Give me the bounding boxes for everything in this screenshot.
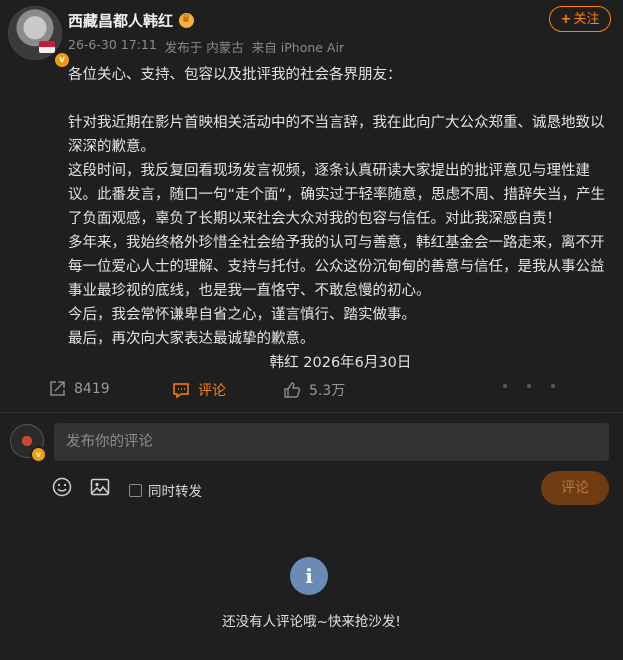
post-location: 发布于 内蒙古	[164, 40, 244, 55]
post-paragraph: 最后，再次向大家表达最诚挚的歉意。	[68, 331, 315, 347]
post-paragraph: 多年来，我始终格外珍惜全社会给予我的认可与善意，韩红基金会一路走来，离不开每一位…	[68, 235, 605, 299]
repost-checkbox[interactable]: 同时转发	[129, 480, 202, 500]
comment-icon	[172, 381, 190, 399]
verified-badge-icon: v	[30, 446, 47, 463]
empty-state-text: 还没有人评论哦~快来抢沙发!	[222, 614, 401, 630]
share-icon	[48, 380, 66, 398]
like-button[interactable]: 5.3万	[283, 380, 345, 400]
comment-label: 评论	[198, 383, 226, 399]
follow-label: 关注	[573, 12, 600, 27]
info-icon: i	[290, 557, 328, 595]
like-count: 5.3万	[309, 383, 346, 399]
flag-icon	[39, 41, 55, 53]
thumbs-up-icon	[283, 381, 301, 399]
comment-button[interactable]: 评论	[172, 380, 226, 400]
repost-count: 8419	[74, 381, 110, 397]
author-avatar[interactable]: v	[8, 6, 71, 69]
checkbox[interactable]	[129, 483, 142, 497]
post-signature: 韩红 2026年6月30日	[269, 355, 412, 371]
repost-checkbox-label: 同时转发	[148, 484, 202, 500]
image-icon[interactable]	[90, 477, 110, 501]
author-name[interactable]: 西藏昌都人韩红	[68, 10, 173, 31]
post-device: 来自 iPhone Air	[251, 40, 345, 55]
post-greeting: 各位关心、支持、包容以及批评我的社会各界朋友：	[68, 67, 402, 83]
post-meta: 26-6-30 17:11 发布于 内蒙古 来自 iPhone Air	[68, 37, 344, 56]
post-paragraph: 今后，我会常怀谦卑自省之心，谨言慎行、踏实做事。	[68, 307, 416, 323]
crown-icon	[179, 12, 195, 28]
submit-comment-button[interactable]: 评论	[541, 471, 609, 505]
repost-button[interactable]: 8419	[48, 380, 110, 398]
emoji-icon[interactable]	[52, 477, 72, 501]
post-paragraph: 这段时间，我反复回看现场发言视频，逐条认真研读大家提出的批评意见与理性建议。此番…	[68, 163, 606, 227]
plus-icon: +	[560, 12, 572, 27]
action-bar: 8419 评论 5.3万	[0, 380, 623, 404]
comment-input[interactable]	[54, 423, 609, 461]
author-name-row: 西藏昌都人韩红	[68, 10, 195, 31]
more-icon[interactable]	[503, 384, 555, 388]
post-paragraph: 针对我近期在影片首映相关活动中的不当言辞，我在此向广大公众郑重、诚恳地致以深深的…	[68, 115, 605, 155]
post-content: 各位关心、支持、包容以及批评我的社会各界朋友： 针对我近期在影片首映相关活动中的…	[68, 63, 613, 375]
divider	[0, 412, 623, 413]
follow-button[interactable]: + 关注	[549, 6, 611, 32]
post-time[interactable]: 26-6-30 17:11	[68, 37, 157, 56]
